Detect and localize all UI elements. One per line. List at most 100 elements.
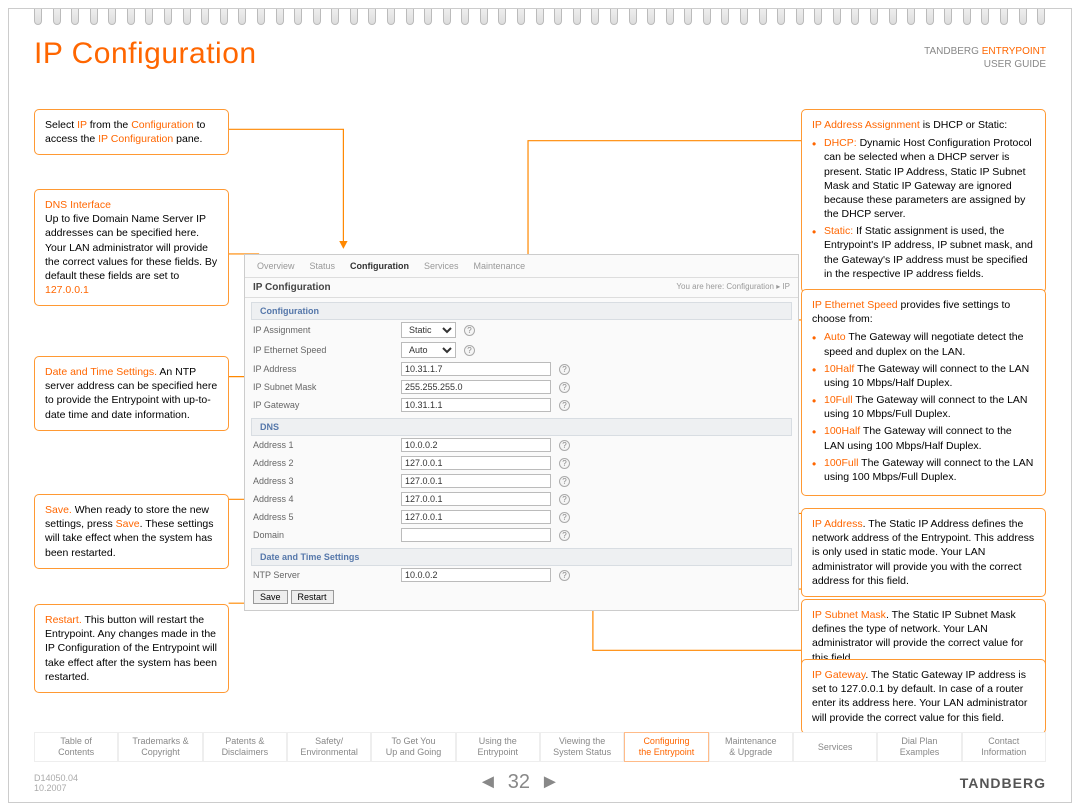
doc-info: D14050.04 10.2007 (34, 773, 78, 793)
field-input[interactable] (401, 380, 551, 394)
ethernet-speed-list: Auto The Gateway will negotiate detect t… (812, 330, 1035, 484)
brand-a: TANDBERG (924, 46, 979, 57)
help-icon[interactable]: ? (559, 440, 570, 451)
help-icon[interactable]: ? (559, 570, 570, 581)
toc-item[interactable]: To Get YouUp and Going (371, 732, 455, 762)
field-label: Address 1 (253, 440, 393, 450)
list-item: 10Half The Gateway will connect to the L… (812, 362, 1035, 390)
section-header: Configuration (251, 302, 792, 320)
callout-ethernet-speed: IP Ethernet Speed provides five settings… (801, 289, 1046, 496)
form-row: Address 5? (245, 508, 798, 526)
prev-icon[interactable]: ◄ (478, 771, 498, 794)
field-label: Address 2 (253, 458, 393, 468)
help-icon[interactable]: ? (464, 325, 475, 336)
toc-item[interactable]: Table ofContents (34, 732, 118, 762)
help-icon[interactable]: ? (559, 476, 570, 487)
field-input[interactable] (401, 456, 551, 470)
field-input[interactable]: Static (401, 322, 456, 338)
tab-configuration[interactable]: Configuration (344, 259, 415, 273)
toc-item[interactable]: Viewing theSystem Status (540, 732, 624, 762)
callout-select-ip: Select IP from the Configuration to acce… (34, 109, 229, 155)
form-row: IP Gateway? (245, 396, 798, 414)
callout-restart: Restart. This button will restart the En… (34, 604, 229, 693)
help-icon[interactable]: ? (559, 364, 570, 375)
toc-item[interactable]: Trademarks &Copyright (118, 732, 202, 762)
toc-item[interactable]: Configuringthe Entrypoint (624, 732, 708, 762)
toc-item[interactable]: Patents &Disclaimers (203, 732, 287, 762)
field-input[interactable] (401, 398, 551, 412)
field-input[interactable] (401, 438, 551, 452)
list-item: 100Full The Gateway will connect to the … (812, 456, 1035, 484)
field-label: Address 3 (253, 476, 393, 486)
help-icon[interactable]: ? (559, 382, 570, 393)
callout-datetime: Date and Time Settings. An NTP server ad… (34, 356, 229, 431)
toc-item[interactable]: Dial PlanExamples (877, 732, 961, 762)
form-row: Address 4? (245, 490, 798, 508)
callout-save: Save. When ready to store the new settin… (34, 494, 229, 569)
help-icon[interactable]: ? (464, 345, 475, 356)
list-item: Static: If Static assignment is used, th… (812, 224, 1035, 281)
section-header: DNS (251, 418, 792, 436)
save-button[interactable]: Save (253, 590, 288, 604)
field-label: IP Address (253, 364, 393, 374)
field-input[interactable]: Auto (401, 342, 456, 358)
help-icon[interactable]: ? (559, 512, 570, 523)
field-label: NTP Server (253, 570, 393, 580)
screenshot-tabs: OverviewStatusConfigurationServicesMaint… (245, 255, 798, 278)
callout-ip-assignment: IP Address Assignment is DHCP or Static:… (801, 109, 1046, 293)
next-icon[interactable]: ► (540, 771, 560, 794)
form-row: Domain? (245, 526, 798, 544)
pager: ◄ 32 ► (478, 771, 560, 794)
sections: Configuration IP Assignment Static? IP Ethe… (245, 302, 798, 584)
field-input[interactable] (401, 528, 551, 542)
ip-assignment-list: DHCP: Dynamic Host Configuration Protoco… (812, 136, 1035, 281)
breadcrumb: You are here: Configuration ▸ IP (676, 282, 790, 293)
help-icon[interactable]: ? (559, 400, 570, 411)
page-number: 32 (508, 771, 530, 794)
list-item: DHCP: Dynamic Host Configuration Protoco… (812, 136, 1035, 221)
form-row: IP Assignment Static? (245, 320, 798, 340)
field-label: IP Assignment (253, 325, 393, 335)
toc-item[interactable]: Using theEntrypoint (456, 732, 540, 762)
field-label: IP Subnet Mask (253, 382, 393, 392)
toc-item[interactable]: Maintenance& Upgrade (709, 732, 793, 762)
form-row: Address 2? (245, 454, 798, 472)
field-label: IP Ethernet Speed (253, 345, 393, 355)
field-label: Address 4 (253, 494, 393, 504)
tab-status[interactable]: Status (304, 259, 342, 273)
brand-c: USER GUIDE (984, 59, 1046, 70)
form-row: IP Address? (245, 360, 798, 378)
spiral-binding (9, 9, 1071, 27)
list-item: 100Half The Gateway will connect to the … (812, 424, 1035, 452)
tab-services[interactable]: Services (418, 259, 465, 273)
field-input[interactable] (401, 510, 551, 524)
toc-item[interactable]: ContactInformation (962, 732, 1046, 762)
config-screenshot: OverviewStatusConfigurationServicesMaint… (244, 254, 799, 611)
field-label: Address 5 (253, 512, 393, 522)
field-label: Domain (253, 530, 393, 540)
form-row: Address 1? (245, 436, 798, 454)
footer: D14050.04 10.2007 ◄ 32 ► TANDBERG (34, 771, 1046, 794)
form-row: IP Subnet Mask? (245, 378, 798, 396)
restart-button[interactable]: Restart (291, 590, 334, 604)
callout-ip-address: IP Address. The Static IP Address define… (801, 508, 1046, 597)
help-icon[interactable]: ? (559, 530, 570, 541)
help-icon[interactable]: ? (559, 458, 570, 469)
toc-item[interactable]: Services (793, 732, 877, 762)
field-input[interactable] (401, 568, 551, 582)
form-row: Address 3? (245, 472, 798, 490)
list-item: 10Full The Gateway will connect to the L… (812, 393, 1035, 421)
button-row: SaveRestart (245, 584, 798, 610)
brand: TANDBERG ENTRYPOINT USER GUIDE (924, 45, 1046, 71)
help-icon[interactable]: ? (559, 494, 570, 505)
toc-nav: Table ofContentsTrademarks &CopyrightPat… (34, 732, 1046, 762)
toc-item[interactable]: Safety/Environmental (287, 732, 371, 762)
brand-b: ENTRYPOINT (982, 46, 1046, 57)
field-input[interactable] (401, 492, 551, 506)
page-sheet: IP Configuration TANDBERG ENTRYPOINT USE… (8, 8, 1072, 803)
field-input[interactable] (401, 362, 551, 376)
field-input[interactable] (401, 474, 551, 488)
tab-maintenance[interactable]: Maintenance (468, 259, 532, 273)
section-header: Date and Time Settings (251, 548, 792, 566)
tab-overview[interactable]: Overview (251, 259, 301, 273)
